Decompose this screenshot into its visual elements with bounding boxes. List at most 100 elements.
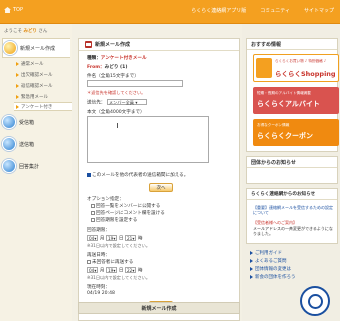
deadline-note: ※31日以内で設定してください。 <box>87 243 151 248</box>
deadline-hour-select[interactable]: 21▾ <box>125 235 137 241</box>
from-label: From： <box>87 65 105 70</box>
sidebar-sub-normal[interactable]: 通常メール <box>16 61 44 67</box>
arrow-icon <box>250 259 253 263</box>
mail-icon <box>85 41 92 48</box>
from-row: From：みどり (1) <box>87 64 127 70</box>
link-group-change[interactable]: 団体情報の変更は <box>250 266 291 272</box>
recommend-title: おすすめ情報 <box>247 39 337 50</box>
subject-input[interactable] <box>87 80 183 87</box>
group-notice-title: 団体からのお知らせ <box>247 157 337 168</box>
coupon-title: らくらくクーポン <box>257 132 313 140</box>
results-icon <box>2 159 16 173</box>
resend-month-value: 04 <box>89 268 95 273</box>
from-value: みどり (1) <box>104 65 128 70</box>
arrow-icon <box>250 267 253 271</box>
link-label: ご利用ガイド <box>255 251 282 256</box>
sidebar-item-new-mail[interactable]: 新規メール作成 <box>2 38 70 58</box>
sidebar-sub-label: 返信確認メール <box>21 84 53 89</box>
arrow-icon <box>250 275 253 279</box>
subject-label: 件名（全角15文字まで） <box>87 74 139 79</box>
inbox-icon <box>2 115 16 129</box>
arrow-icon <box>16 95 19 99</box>
shopping-title: らくらくShopping <box>275 70 336 78</box>
link-label: 新会の団体を作ろう <box>255 275 296 280</box>
coupon-sub: お得なクーポン情報 <box>257 123 290 127</box>
top-link-sitemap[interactable]: サイトマップ <box>304 7 334 14</box>
deadline-day-select[interactable]: 19▾ <box>106 235 118 241</box>
recommend-box: おすすめ情報 らくらくお買い物 ♪ 特別価格 ♪ らくらくShopping 短期… <box>246 38 339 152</box>
hour-unit: 時 <box>137 236 143 242</box>
link-guide[interactable]: ご利用ガイド <box>250 250 282 256</box>
arbeit-sub: 短期・長期のアルバイト情報満載 <box>257 91 311 95</box>
outbox-icon <box>2 137 16 151</box>
link-faq[interactable]: よくあるご質問 <box>250 258 287 264</box>
sidebar-item-label: 回答集計 <box>19 163 40 170</box>
resend-month-select[interactable]: 04▾ <box>87 267 99 273</box>
notice-link-1[interactable]: 【重要】連絡網メールを受信するための設定について <box>253 205 333 215</box>
option-label: 回答ページにコメント欄を設ける <box>96 211 165 216</box>
recipient-select[interactable]: メンバー全員 ▾ <box>106 99 147 105</box>
deadline-month-select[interactable]: 04▾ <box>87 235 99 241</box>
option-row-comment[interactable]: 回答ページにコメント欄を設ける <box>91 210 165 216</box>
type-label: 種類： <box>87 56 101 61</box>
recipient-row: 送信先： メンバー全員 ▾ <box>87 99 147 106</box>
arrow-icon <box>16 104 19 109</box>
bottom-title-bar: 新規メール作成 <box>78 302 240 314</box>
resend-hour-select[interactable]: 22▾ <box>125 267 137 273</box>
next-button[interactable]: 次へ <box>149 183 173 192</box>
link-label: 団体情報の変更は <box>255 267 291 272</box>
option-public-checkbox[interactable] <box>91 203 95 208</box>
privacy-mark-icon <box>300 286 330 316</box>
arbeit-banner[interactable]: 短期・長期のアルバイト情報満載 らくらくアルバイト <box>253 87 339 114</box>
arrow-icon <box>16 62 19 66</box>
body-label: 本文（全角4000文字まで） <box>87 110 145 115</box>
resend-day-select[interactable]: 19▾ <box>106 267 118 273</box>
body-textarea[interactable] <box>87 116 209 163</box>
option-row-public[interactable]: 回答一覧をメンバーに公開する <box>91 203 160 209</box>
resend-checkbox-row[interactable]: 未回答者に再送する <box>87 259 133 265</box>
sidebar-item-inbox[interactable]: 受信箱 <box>2 112 70 132</box>
copy-checkbox-row[interactable]: このメールを他の代表者の送信箱間に加える。 <box>87 172 188 178</box>
welcome-prefix: ようこそ <box>4 29 22 34</box>
new-mail-icon <box>3 41 17 55</box>
welcome-name: みどり <box>23 29 37 34</box>
sidebar-item-label: 受信箱 <box>19 119 35 126</box>
arrow-icon <box>250 251 253 255</box>
notice-link-2[interactable]: 【受信者様へのご案内】 <box>253 220 333 225</box>
coupon-banner[interactable]: お得なクーポン情報 らくらくクーポン <box>253 119 339 146</box>
sidebar-item-results[interactable]: 回答集計 <box>2 156 70 176</box>
home-link[interactable]: TOP <box>4 7 23 13</box>
month-unit: 月 <box>99 236 105 242</box>
deadline-selects: 04▾ 月 19▾ 日 21▾ 時 <box>87 235 143 242</box>
deadline-day-value: 19 <box>108 236 114 241</box>
sidebar-sub-attendance[interactable]: 出欠確認メール <box>16 72 53 78</box>
type-value: アンケート付きメール <box>100 56 147 61</box>
copy-checkbox-label: このメールを他の代表者の送信箱間に加える。 <box>92 173 189 178</box>
new-mail-panel: 新規メール作成 種類：アンケート付きメール From：みどり (1) 件名（全角… <box>78 38 240 321</box>
text-cursor-icon <box>117 123 118 128</box>
resend-day-value: 19 <box>108 268 114 273</box>
top-link-app[interactable]: らくらく連絡網アプリ版 <box>191 7 246 14</box>
link-new-group[interactable]: 新会の団体を作ろう <box>250 274 296 280</box>
sidebar-sub-emergency[interactable]: 緊急用メール <box>16 94 48 100</box>
page-title: 新規メール作成 <box>95 42 131 48</box>
sidebar-sub-survey[interactable]: アンケート付き <box>14 102 72 111</box>
resend-checkbox[interactable] <box>87 259 91 264</box>
option-row-deadline[interactable]: 回答期限を設定する <box>91 217 137 223</box>
resend-checkbox-label: 未回答者に再送する <box>92 260 134 265</box>
top-link-community[interactable]: コミュニティ <box>260 7 290 14</box>
deadline-label: 回答期限： <box>87 228 110 233</box>
option-deadline-checkbox[interactable] <box>91 217 95 222</box>
copy-checkbox[interactable] <box>87 172 91 177</box>
option-comment-checkbox[interactable] <box>91 210 95 215</box>
right-sidebar: おすすめ情報 らくらくお買い物 ♪ 特別価格 ♪ らくらくShopping 短期… <box>242 24 340 321</box>
sidebar-item-outbox[interactable]: 送信箱 <box>2 134 70 154</box>
option-label: 回答一覧をメンバーに公開する <box>96 204 161 209</box>
shopping-banner[interactable]: らくらくお買い物 ♪ 特別価格 ♪ らくらくShopping <box>253 54 339 82</box>
top-links: らくらく連絡網アプリ版 コミュニティ サイトマップ <box>191 7 334 14</box>
options-label: オプション指定： <box>87 197 124 202</box>
sidebar-sub-reply[interactable]: 返信確認メール <box>16 83 53 89</box>
recipient-value: メンバー全員 <box>108 100 134 105</box>
main-content: 新規メール作成 種類：アンケート付きメール From：みどり (1) 件名（全角… <box>72 24 242 321</box>
hour-unit: 時 <box>137 268 143 274</box>
